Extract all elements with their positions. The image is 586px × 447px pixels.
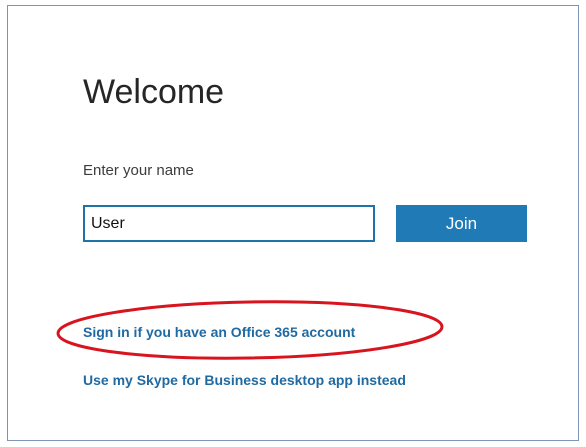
page-title: Welcome [83, 73, 225, 111]
welcome-screen: Welcome Enter your name Join Sign in if … [0, 0, 586, 447]
join-button[interactable]: Join [396, 205, 527, 242]
use-desktop-app-link[interactable]: Use my Skype for Business desktop app in… [83, 371, 406, 389]
name-input[interactable] [83, 205, 375, 242]
sign-in-office-365-link[interactable]: Sign in if you have an Office 365 accoun… [83, 323, 355, 341]
name-label: Enter your name [83, 162, 194, 179]
